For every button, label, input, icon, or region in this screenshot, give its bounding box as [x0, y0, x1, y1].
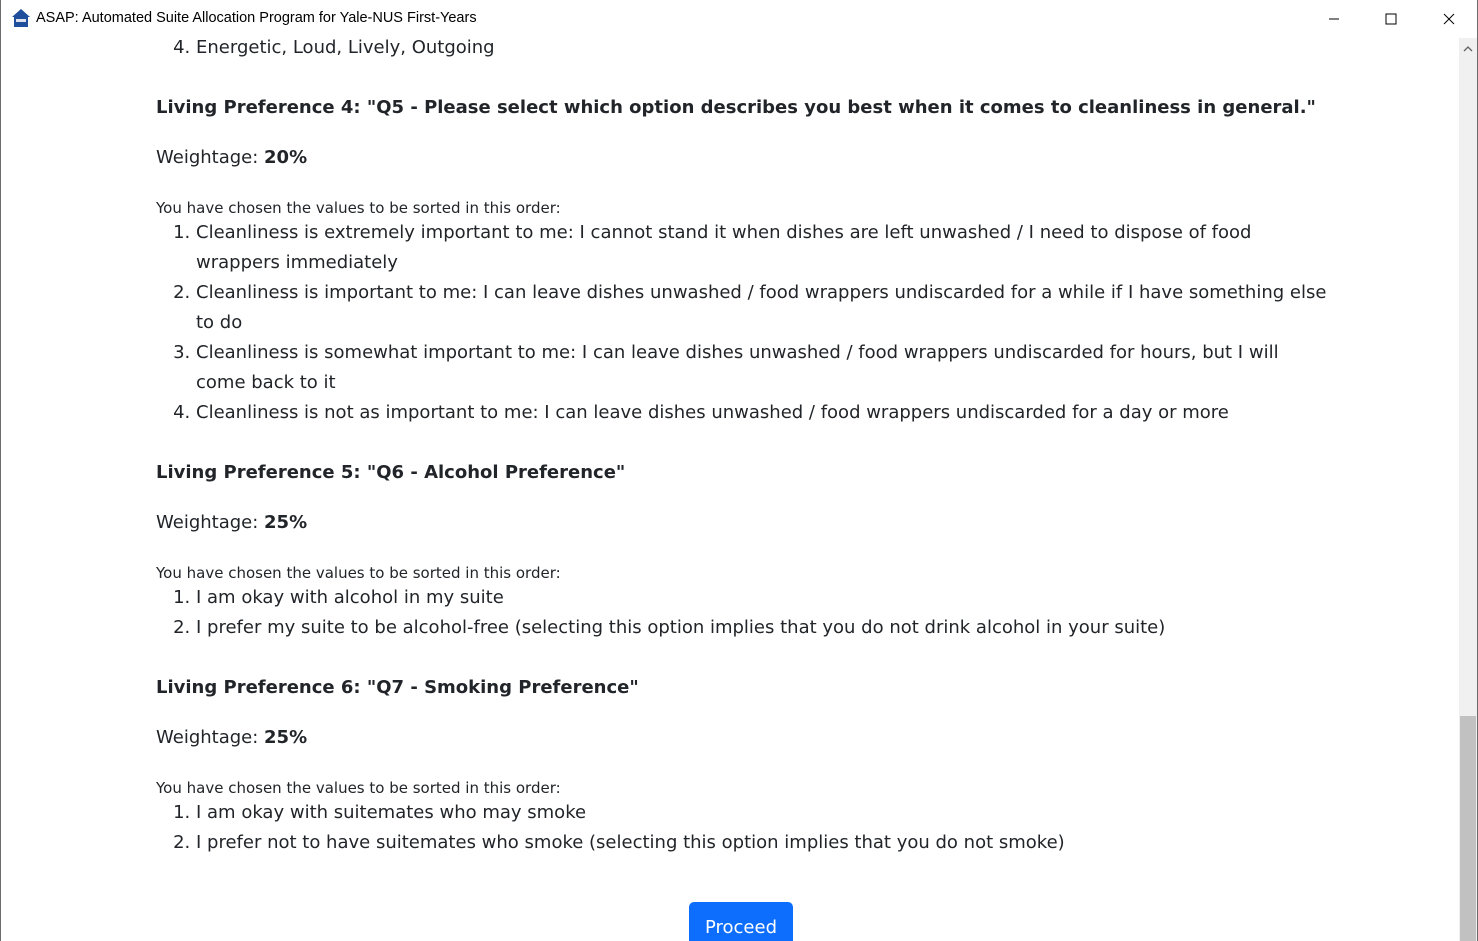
preference-heading: Living Preference 4: "Q5 - Please select…: [156, 97, 1316, 118]
minimize-icon: [1328, 13, 1340, 25]
sorted-note: You have chosen the values to be sorted …: [156, 779, 561, 797]
previous-preference-list: Energetic, Loud, Lively, Outgoing: [156, 38, 1331, 63]
window-title: ASAP: Automated Suite Allocation Program…: [36, 10, 477, 26]
scroll-content: Energetic, Loud, Lively, Outgoing Living…: [1, 38, 1459, 941]
sorted-note: You have chosen the values to be sorted …: [156, 564, 561, 582]
maximize-button[interactable]: [1362, 0, 1420, 38]
list-item: Cleanliness is not as important to me: I…: [196, 398, 1331, 428]
close-button[interactable]: [1420, 0, 1477, 38]
list-item: I prefer my suite to be alcohol-free (se…: [196, 613, 1331, 643]
scroll-up-button[interactable]: [1459, 38, 1477, 56]
list-item: I am okay with alcohol in my suite: [196, 583, 1331, 613]
preference-heading: Living Preference 5: "Q6 - Alcohol Prefe…: [156, 462, 626, 483]
list-item: I prefer not to have suitemates who smok…: [196, 828, 1331, 858]
preference-section-5: Living Preference 5: "Q6 - Alcohol Prefe…: [156, 458, 1331, 643]
list-item: Cleanliness is somewhat important to me:…: [196, 338, 1331, 398]
weightage: Weightage: 25%: [156, 508, 1331, 538]
sorted-values-list: I am okay with alcohol in my suite I pre…: [156, 583, 1331, 643]
list-item: Cleanliness is important to me: I can le…: [196, 278, 1331, 338]
chevron-up-icon: [1463, 38, 1473, 57]
proceed-container: Proceed: [689, 902, 793, 941]
app-window: ASAP: Automated Suite Allocation Program…: [0, 0, 1478, 941]
list-item: I am okay with suitemates who may smoke: [196, 798, 1331, 828]
weightage: Weightage: 20%: [156, 143, 1331, 173]
weightage-value: 25%: [264, 512, 308, 533]
weightage-value: 25%: [264, 727, 308, 748]
weightage: Weightage: 25%: [156, 723, 1331, 753]
scrollbar-thumb[interactable]: [1460, 716, 1476, 941]
maximize-icon: [1385, 13, 1397, 25]
sorted-values-list: Cleanliness is extremely important to me…: [156, 218, 1331, 428]
preference-heading: Living Preference 6: "Q7 - Smoking Prefe…: [156, 677, 639, 698]
weightage-label: Weightage:: [156, 727, 265, 748]
sorted-note: You have chosen the values to be sorted …: [156, 199, 561, 217]
close-icon: [1443, 13, 1455, 25]
preference-section-4: Living Preference 4: "Q5 - Please select…: [156, 93, 1331, 428]
title-bar[interactable]: ASAP: Automated Suite Allocation Program…: [1, 0, 1477, 38]
vertical-scrollbar[interactable]: [1459, 38, 1477, 941]
preference-section-6: Living Preference 6: "Q7 - Smoking Prefe…: [156, 673, 1331, 858]
list-item: Cleanliness is extremely important to me…: [196, 218, 1331, 278]
list-item: Energetic, Loud, Lively, Outgoing: [196, 38, 1331, 63]
house-icon: [11, 8, 31, 28]
proceed-button[interactable]: Proceed: [689, 902, 793, 941]
weightage-value: 20%: [264, 147, 308, 168]
weightage-label: Weightage:: [156, 147, 265, 168]
preferences-summary: Energetic, Loud, Lively, Outgoing Living…: [156, 38, 1331, 858]
sorted-values-list: I am okay with suitemates who may smoke …: [156, 798, 1331, 858]
weightage-label: Weightage:: [156, 512, 265, 533]
minimize-button[interactable]: [1305, 0, 1363, 38]
